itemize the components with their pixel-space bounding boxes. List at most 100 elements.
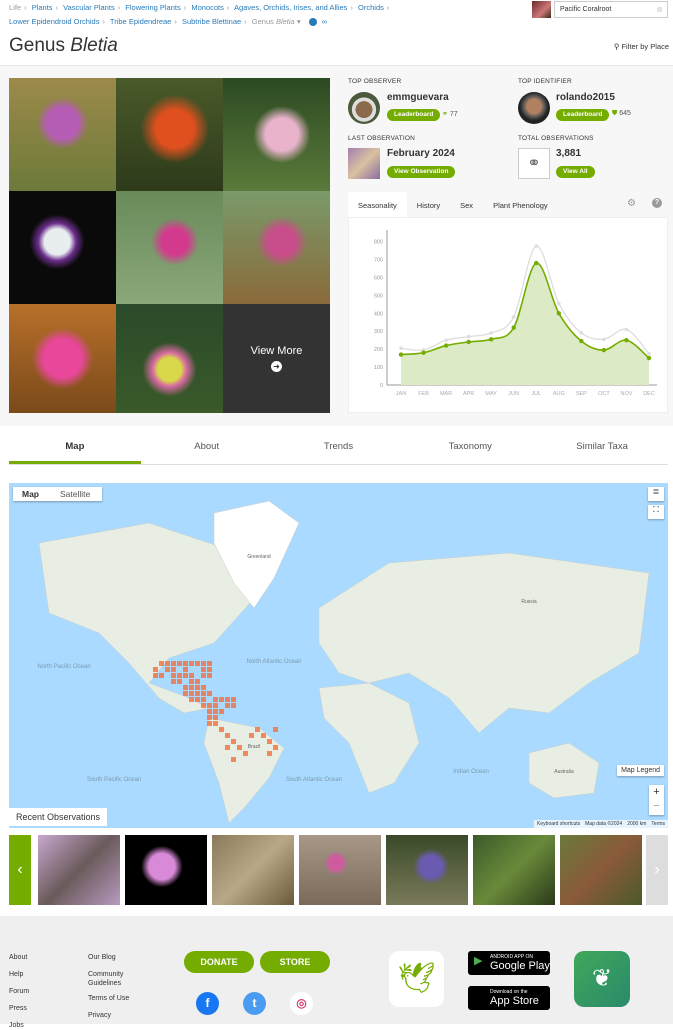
observation-cell[interactable] [165,667,170,672]
observation-cell[interactable] [171,661,176,666]
observation-photo[interactable] [38,835,120,905]
observation-cell[interactable] [207,691,212,696]
identifier-username[interactable]: rolando2015 [556,92,615,103]
observation-cell[interactable] [171,679,176,684]
observation-photo[interactable] [125,835,207,905]
observation-cell[interactable] [201,661,206,666]
breadcrumb-lower-epidendroid[interactable]: Lower Epidendroid Orchids [9,17,99,26]
observation-cell[interactable] [207,673,212,678]
breadcrumb-monocots[interactable]: Monocots [191,3,224,12]
view-observation-button[interactable]: View Observation [387,166,456,178]
layers-icon[interactable]: ≣ [648,487,664,501]
observation-cell[interactable] [195,679,200,684]
google-play-badge[interactable]: ANDROID APP ON Google Play ▶ [468,951,550,975]
observation-cell[interactable] [219,697,224,702]
observation-cell[interactable] [267,751,272,756]
observation-cell[interactable] [225,703,230,708]
app-store-badge[interactable]: Download on the App Store [468,986,550,1010]
observation-cell[interactable] [207,715,212,720]
observation-cell[interactable] [201,673,206,678]
observation-cell[interactable] [195,697,200,702]
avatar[interactable] [518,92,550,124]
observation-cell[interactable] [183,661,188,666]
observation-cell[interactable] [195,685,200,690]
help-icon[interactable]: ? [652,198,662,208]
observation-cell[interactable] [213,703,218,708]
instagram-icon[interactable]: ◎ [290,992,313,1015]
observation-cell[interactable] [207,667,212,672]
observation-cell[interactable] [207,703,212,708]
zoom-in-button[interactable]: + [649,785,664,799]
tab-similar-taxa[interactable]: Similar Taxa [536,430,668,464]
observation-cell[interactable] [231,739,236,744]
breadcrumb-subtribe[interactable]: Subtribe Blettinae [182,17,241,26]
observation-cell[interactable] [225,745,230,750]
breadcrumb-orchids[interactable]: Orchids [358,3,384,12]
observation-cell[interactable] [237,745,242,750]
observation-cell[interactable] [261,733,266,738]
footer-link-privacy[interactable]: Privacy [88,1011,138,1020]
footer-link-press[interactable]: Press [9,1004,29,1013]
observation-cell[interactable] [225,697,230,702]
taxon-photo[interactable] [223,191,330,304]
observation-cell[interactable] [159,673,164,678]
observation-cell[interactable] [219,727,224,732]
gear-icon[interactable]: ⚙ [627,198,636,209]
observation-photo[interactable] [299,835,381,905]
observation-cell[interactable] [201,685,206,690]
observation-photo[interactable] [473,835,555,905]
footer-link-help[interactable]: Help [9,970,29,979]
footer-link-forum[interactable]: Forum [9,987,29,996]
place-search-input[interactable]: Pacific Coralroot ⊗ [554,1,668,18]
last-observation-thumbnail[interactable] [348,148,380,179]
tab-trends[interactable]: Trends [273,430,405,464]
keyboard-shortcuts-link[interactable]: Keyboard shortcuts [537,821,580,827]
observation-cell[interactable] [189,679,194,684]
observation-cell[interactable] [201,667,206,672]
observation-cell[interactable] [243,751,248,756]
observation-photo[interactable] [560,835,642,905]
observer-leaderboard-button[interactable]: Leaderboard [387,109,441,121]
footer-link-about[interactable]: About [9,953,29,962]
inaturalist-app-icon[interactable]: 🕊 [389,951,444,1007]
observation-cell[interactable] [273,727,278,732]
observation-cell[interactable] [159,661,164,666]
observation-map[interactable]: North Atlantic Ocean North Pacific Ocean… [9,483,668,828]
breadcrumb-current[interactable]: Genus Bletia ▾ [252,17,301,26]
terms-link[interactable]: Terms [651,821,665,827]
observation-cell[interactable] [189,661,194,666]
taxon-photo[interactable] [9,78,116,191]
observation-cell[interactable] [189,673,194,678]
observation-cell[interactable] [183,685,188,690]
breadcrumb-tribe[interactable]: Tribe Epidendreae [110,17,171,26]
footer-link-blog[interactable]: Our Blog [88,953,138,962]
footer-link-terms[interactable]: Terms of Use [88,994,138,1003]
map-type-map[interactable]: Map [13,487,48,501]
tab-seasonality[interactable]: Seasonality [348,192,407,217]
observation-cell[interactable] [177,673,182,678]
zoom-out-button[interactable]: − [649,799,664,813]
identifier-leaderboard-button[interactable]: Leaderboard [556,109,610,121]
observation-cell[interactable] [189,691,194,696]
observation-cell[interactable] [219,709,224,714]
tab-sex[interactable]: Sex [450,192,483,217]
clear-icon[interactable]: ⊗ [656,5,663,14]
observation-cell[interactable] [213,709,218,714]
observation-cell[interactable] [273,745,278,750]
observation-cell[interactable] [189,697,194,702]
observation-cell[interactable] [165,661,170,666]
map-legend-button[interactable]: Map Legend [617,765,664,776]
avatar[interactable] [348,92,380,124]
observation-cell[interactable] [201,703,206,708]
observation-cell[interactable] [231,757,236,762]
observation-cell[interactable] [153,673,158,678]
breadcrumb-vascular[interactable]: Vascular Plants [63,3,115,12]
observation-cell[interactable] [171,673,176,678]
observation-cell[interactable] [249,733,254,738]
view-all-button[interactable]: View All [556,166,595,178]
observation-cell[interactable] [153,667,158,672]
observation-cell[interactable] [189,685,194,690]
observation-cell[interactable] [267,739,272,744]
observation-cell[interactable] [231,703,236,708]
observation-photo[interactable] [212,835,294,905]
